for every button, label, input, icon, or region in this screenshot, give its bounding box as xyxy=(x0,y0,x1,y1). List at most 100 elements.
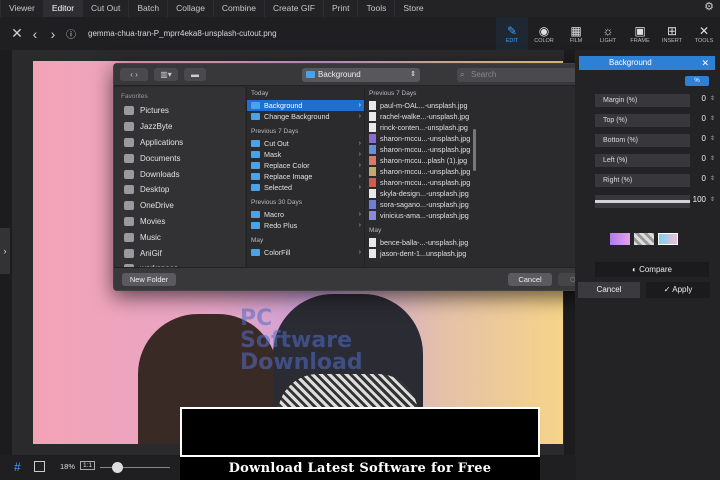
back-icon[interactable]: ‹ xyxy=(26,26,44,42)
group-header: Today xyxy=(251,90,269,97)
sidebar-item-movies[interactable]: Movies xyxy=(115,214,245,230)
cancel-button[interactable]: Cancel xyxy=(508,273,552,286)
image-swatch[interactable] xyxy=(658,233,678,245)
transparent-swatch[interactable] xyxy=(634,233,654,245)
tool-light[interactable]: ☼ LIGHT xyxy=(592,17,624,50)
close-icon[interactable]: ✕ xyxy=(701,56,709,70)
sidebar-item-documents[interactable]: Documents xyxy=(115,150,245,166)
folder-icon[interactable]: ▬ xyxy=(184,68,206,81)
info-icon[interactable]: ⓘ xyxy=(62,26,80,41)
zoom-slider-knob[interactable] xyxy=(112,462,123,473)
sidebar-item-pictures[interactable]: Pictures xyxy=(115,103,245,119)
file-item[interactable]: vinicius-ama...-unsplash.jpg xyxy=(365,210,480,221)
left-value[interactable]: 0 xyxy=(692,154,706,163)
light-icon: ☼ xyxy=(602,23,614,38)
menu-combine[interactable]: Combine xyxy=(212,0,264,17)
file-item[interactable]: sharon-mccu...-unsplash.jpg xyxy=(365,166,480,177)
left-field[interactable]: Left (%) xyxy=(595,154,690,167)
file-item[interactable]: rachel-walke...-unsplash.jpg xyxy=(365,111,480,122)
folder-item-macro[interactable]: Macro › xyxy=(247,209,364,220)
sidebar-item-jazzbyte[interactable]: JazzByte xyxy=(115,119,245,135)
compare-button[interactable]: ◐ Compare xyxy=(595,262,709,277)
sidebar-item-applications[interactable]: Applications xyxy=(115,135,245,151)
apply-button[interactable]: ✓ Apply xyxy=(646,282,710,298)
opacity-value[interactable]: 100 xyxy=(692,195,706,204)
bottom-field[interactable]: Bottom (%) xyxy=(595,134,690,147)
menu-collage[interactable]: Collage xyxy=(167,0,213,17)
file-item[interactable]: sora-sagano...-unsplash.jpg xyxy=(365,199,480,210)
left-panel-toggle[interactable]: › xyxy=(0,228,10,274)
path-dropdown[interactable]: Background ⇕ xyxy=(302,68,420,82)
sidebar-item-onedrive[interactable]: OneDrive xyxy=(115,198,245,214)
close-icon[interactable]: ✕ xyxy=(8,25,26,42)
settings-icon[interactable]: ⚙ xyxy=(704,0,714,13)
file-item[interactable]: jason-dent-1...unsplash.jpg xyxy=(365,248,480,259)
file-item[interactable]: sharon-mccu...plash (1).jpg xyxy=(365,155,480,166)
sidebar-item-music[interactable]: Music xyxy=(115,229,245,245)
file-item[interactable]: sharon-mccu...-unsplash.jpg xyxy=(365,177,480,188)
folder-item-background[interactable]: Background › xyxy=(247,100,364,111)
forward-icon[interactable]: › xyxy=(44,26,62,42)
menu-batch[interactable]: Batch xyxy=(128,0,167,17)
sidebar-item-desktop[interactable]: Desktop xyxy=(115,182,245,198)
zoom-slider[interactable] xyxy=(100,467,170,468)
file-icon xyxy=(369,189,376,198)
sidebar-item-anigif[interactable]: AniGif xyxy=(115,245,245,261)
folder-item-replace-color[interactable]: Replace Color › xyxy=(247,160,364,171)
menu-editor[interactable]: Editor xyxy=(42,0,83,17)
folder-item-mask[interactable]: Mask › xyxy=(247,149,364,160)
menu-store[interactable]: Store xyxy=(394,0,431,17)
file-item[interactable]: sharon-mccu...-unsplash.jpg xyxy=(365,133,480,144)
tool-film[interactable]: ▦ FILM xyxy=(560,17,592,50)
tool-insert[interactable]: ⊞ INSERT xyxy=(656,17,688,50)
stepper-icon[interactable]: ⇕ xyxy=(710,196,715,203)
right-value[interactable]: 0 xyxy=(692,174,706,183)
back-forward-buttons[interactable]: ‹ › xyxy=(120,68,148,81)
grid-icon[interactable]: # xyxy=(14,460,21,474)
gradient-swatch[interactable] xyxy=(610,233,630,245)
percent-toggle[interactable]: % xyxy=(685,76,709,86)
margin-field[interactable]: Margin (%) xyxy=(595,94,690,107)
opacity-slider[interactable] xyxy=(595,195,690,208)
fit-icon[interactable] xyxy=(34,461,45,472)
file-item[interactable]: rinck-conten...-unsplash.jpg xyxy=(365,122,480,133)
sidebar-item-downloads[interactable]: Downloads xyxy=(115,166,245,182)
menu-tools[interactable]: Tools xyxy=(357,0,394,17)
stepper-icon[interactable]: ⇕ xyxy=(710,135,715,142)
stepper-icon[interactable]: ⇕ xyxy=(710,95,715,102)
menu-cut-out[interactable]: Cut Out xyxy=(82,0,128,17)
menu-print[interactable]: Print xyxy=(323,0,357,17)
tool-tools[interactable]: ✕ TOOLS xyxy=(688,17,720,50)
view-mode-button[interactable]: ▥▾ xyxy=(154,68,178,81)
stepper-icon[interactable]: ⇕ xyxy=(710,155,715,162)
folder-item-cut-out[interactable]: Cut Out › xyxy=(247,138,364,149)
ratio-button[interactable]: 1:1 xyxy=(80,461,96,470)
column-scrollbar[interactable] xyxy=(473,129,476,171)
file-label: bence-balla-...-unsplash.jpg xyxy=(380,238,469,247)
new-folder-button[interactable]: New Folder xyxy=(122,273,176,286)
file-item[interactable]: sharon-mccu...-unsplash.jpg xyxy=(365,144,480,155)
folder-item-redo-plus[interactable]: Redo Plus › xyxy=(247,220,364,231)
top-value[interactable]: 0 xyxy=(692,114,706,123)
folder-item-replace-image[interactable]: Replace Image › xyxy=(247,171,364,182)
file-label: rinck-conten...-unsplash.jpg xyxy=(380,123,468,132)
tool-color[interactable]: ◉ COLOR xyxy=(528,17,560,50)
folder-item-selected[interactable]: Selected › xyxy=(247,182,364,193)
right-field[interactable]: Right (%) xyxy=(595,174,690,187)
menu-viewer[interactable]: Viewer xyxy=(0,0,43,17)
top-field[interactable]: Top (%) xyxy=(595,114,690,127)
margin-value[interactable]: 0 xyxy=(692,94,706,103)
panel-cancel-button[interactable]: Cancel xyxy=(578,282,640,298)
file-item[interactable]: paul-m-OAL...-unsplash.jpg xyxy=(365,100,480,111)
stepper-icon[interactable]: ⇕ xyxy=(710,115,715,122)
menu-create-gif[interactable]: Create GIF xyxy=(263,0,323,17)
file-item[interactable]: skyla-design...-unsplash.jpg xyxy=(365,188,480,199)
file-item[interactable]: bence-balla-...-unsplash.jpg xyxy=(365,237,480,248)
promo-banner: Download Latest Software for Free xyxy=(180,407,540,480)
folder-item-change-background[interactable]: Change Background › xyxy=(247,111,364,122)
bottom-value[interactable]: 0 xyxy=(692,134,706,143)
tool-frame[interactable]: ▣ FRAME xyxy=(624,17,656,50)
tool-edit[interactable]: ✎ EDIT xyxy=(496,17,528,50)
folder-item-colorfill[interactable]: ColorFill › xyxy=(247,247,364,258)
stepper-icon[interactable]: ⇕ xyxy=(710,175,715,182)
